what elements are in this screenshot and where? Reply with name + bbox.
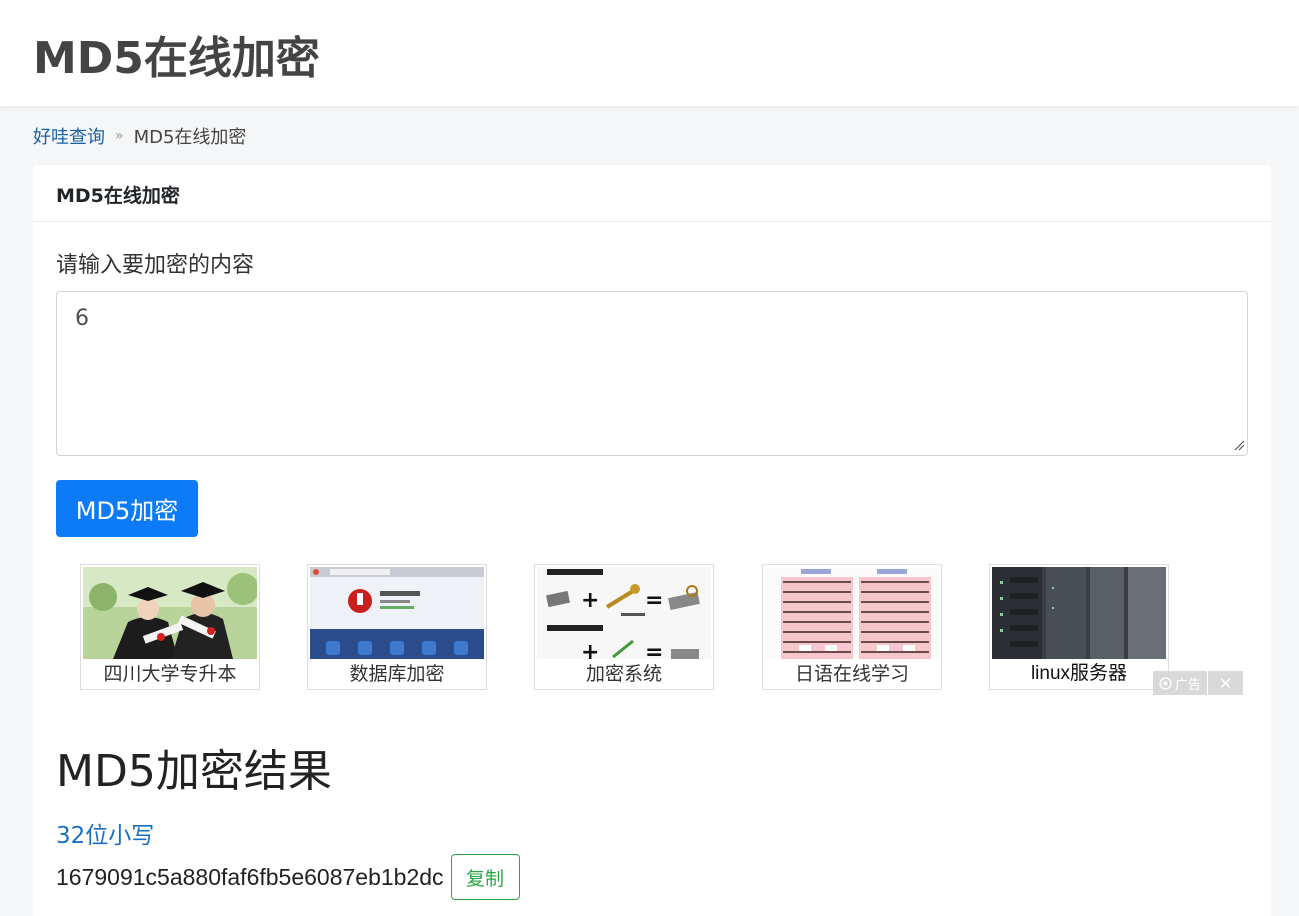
ad-caption: 数据库加密 — [349, 663, 445, 685]
ad-item[interactable]: 数据库加密 — [307, 564, 487, 690]
svg-text:+: + — [581, 588, 599, 613]
breadcrumb-home-link[interactable]: 好哇查询 — [33, 123, 105, 149]
svg-text:=: = — [645, 640, 663, 659]
ad-caption: 加密系统 — [585, 663, 662, 685]
site-title: MD5在线加密 — [33, 33, 320, 84]
result-title: MD5加密结果 — [56, 746, 332, 797]
md5-card: MD5在线加密 请输入要加密的内容 6 MD5加密 四川大学专升本 数据库加密 … — [33, 165, 1271, 916]
md5-encrypt-button[interactable]: MD5加密 — [56, 480, 198, 537]
svg-text:+: + — [581, 640, 599, 659]
content-textarea[interactable]: 6 — [56, 291, 1248, 456]
copy-button[interactable]: 复制 — [450, 854, 520, 900]
breadcrumb-current: MD5在线加密 — [133, 127, 247, 148]
ad-banner: 四川大学专升本 数据库加密 + = + = 加密系统 日语在线学习 linux服… — [80, 564, 1243, 699]
encryption-diagram-icon: + = + = — [537, 567, 711, 659]
hash-row: 1679091c5a880faf6fb5e6087eb1b2dc 复制 — [56, 854, 520, 900]
ad-caption: 日语在线学习 — [794, 663, 909, 685]
hash-value: 1679091c5a880faf6fb5e6087eb1b2dc — [56, 863, 444, 890]
close-icon[interactable]: ✕ — [1208, 674, 1243, 693]
ad-caption: linux服务器 — [1030, 663, 1128, 684]
ad-item[interactable]: linux服务器 — [989, 564, 1169, 690]
server-rack-photo-icon — [992, 567, 1166, 659]
result-subhead: 32位小写 — [56, 823, 155, 849]
app-screenshot-icon — [310, 567, 484, 659]
svg-text:=: = — [645, 588, 663, 613]
resize-handle-icon[interactable] — [1233, 439, 1245, 451]
ad-item[interactable]: 日语在线学习 — [762, 564, 942, 690]
input-label: 请输入要加密的内容 — [56, 253, 255, 278]
ad-item[interactable]: 四川大学专升本 — [80, 564, 260, 690]
card-title: MD5在线加密 — [33, 165, 1271, 222]
breadcrumb: 好哇查询 » MD5在线加密 — [33, 123, 246, 149]
ad-item[interactable]: + = + = 加密系统 — [534, 564, 714, 690]
breadcrumb-separator: » — [115, 128, 124, 144]
ad-marker: 广告 ✕ — [1153, 671, 1243, 695]
graduates-photo-icon — [83, 567, 257, 659]
site-header: MD5在线加密 — [0, 0, 1299, 106]
ad-label-text: 广告 — [1175, 677, 1202, 693]
ad-caption: 四川大学专升本 — [103, 663, 237, 685]
ad-info-icon — [1159, 676, 1172, 690]
ad-label: 广告 — [1153, 671, 1209, 695]
kana-chart-icon — [765, 567, 939, 659]
